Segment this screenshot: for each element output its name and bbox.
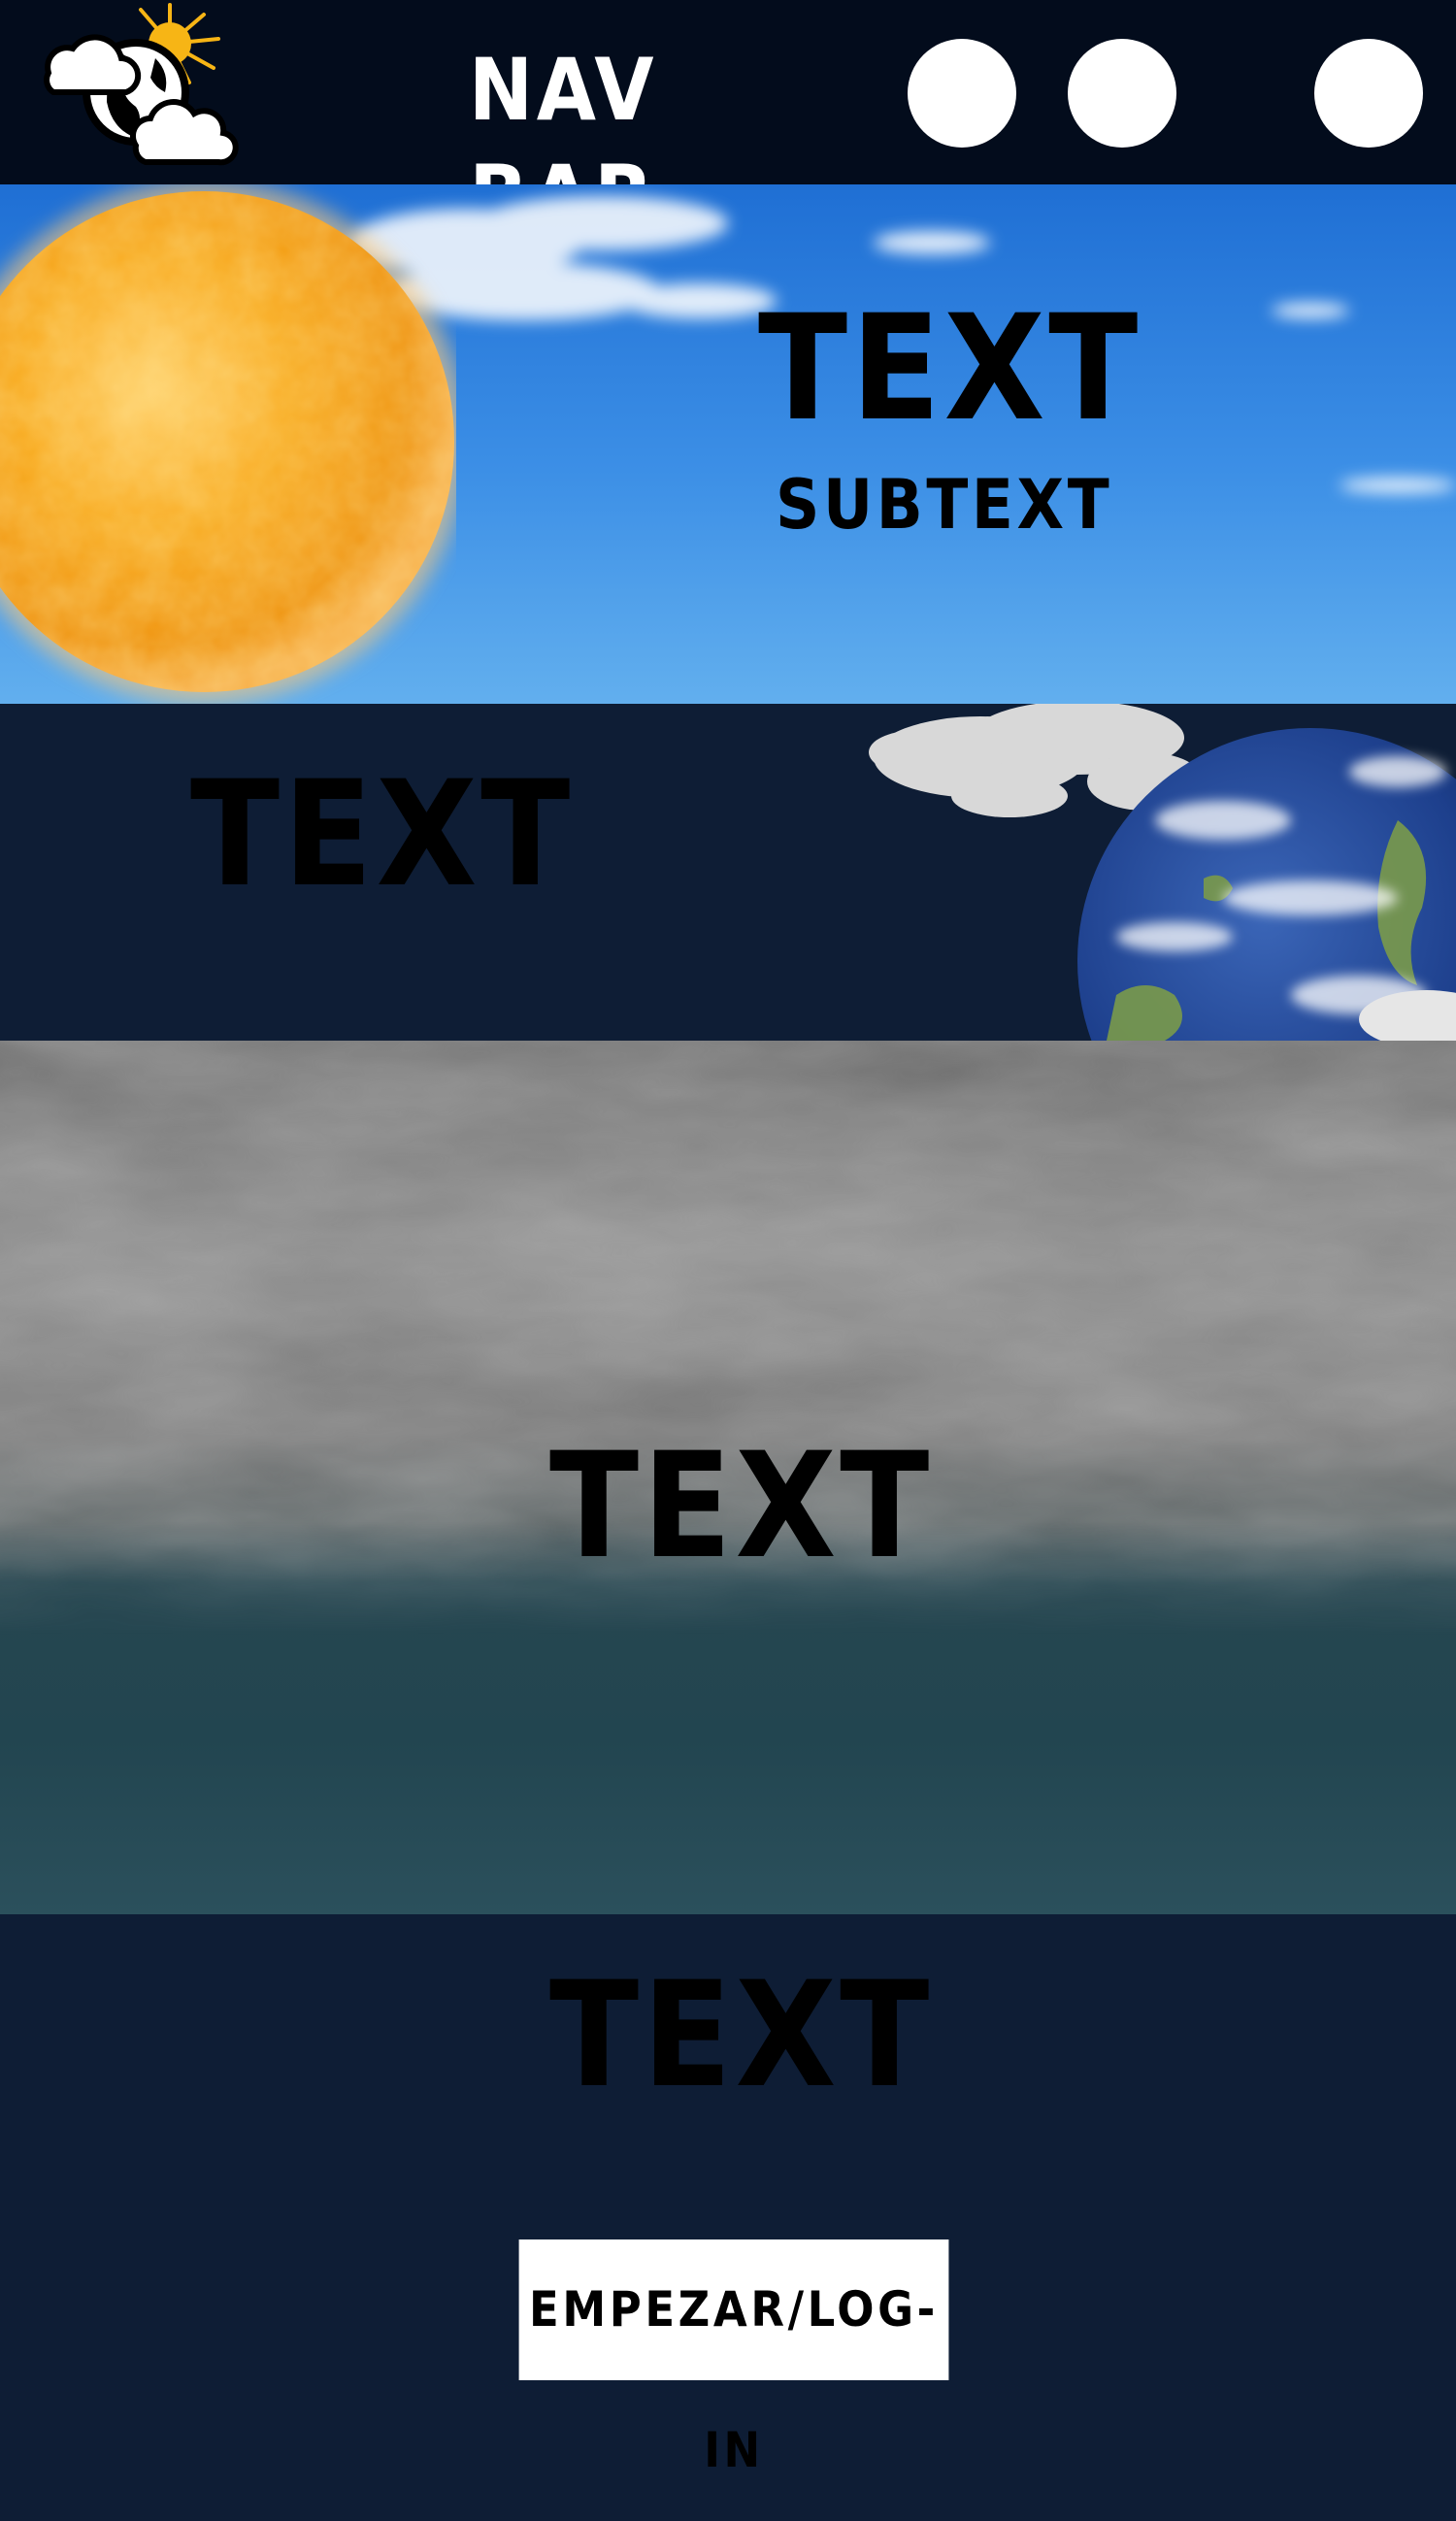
- earth-section: TEXT: [0, 704, 1456, 1041]
- login-section: TEXT EMPEZAR/LOG-IN: [0, 1914, 1456, 2478]
- storm-clouds-section: TEXT: [0, 1041, 1456, 1914]
- nav-title: NAV BAR: [468, 40, 658, 247]
- weather-globe-logo[interactable]: [29, 0, 243, 170]
- start-login-button[interactable]: EMPEZAR/LOG-IN: [518, 2239, 949, 2478]
- earth-section-title: TEXT: [190, 750, 574, 919]
- hero-title: TEXT: [758, 284, 1142, 453]
- hero-section: TEXT SUBTEXT: [0, 184, 1456, 704]
- nav-button-2[interactable]: [1068, 39, 1176, 148]
- storm-section-title: TEXT: [549, 1422, 933, 1591]
- nav-button-3[interactable]: [1314, 39, 1423, 148]
- hero-subtitle: SUBTEXT: [776, 465, 1113, 545]
- sun-image: [0, 184, 456, 704]
- nav-bar: NAV BAR: [0, 0, 1456, 247]
- login-section-title: TEXT: [549, 1951, 933, 2120]
- earth-image: [869, 704, 1456, 1041]
- nav-button-1[interactable]: [908, 39, 1016, 148]
